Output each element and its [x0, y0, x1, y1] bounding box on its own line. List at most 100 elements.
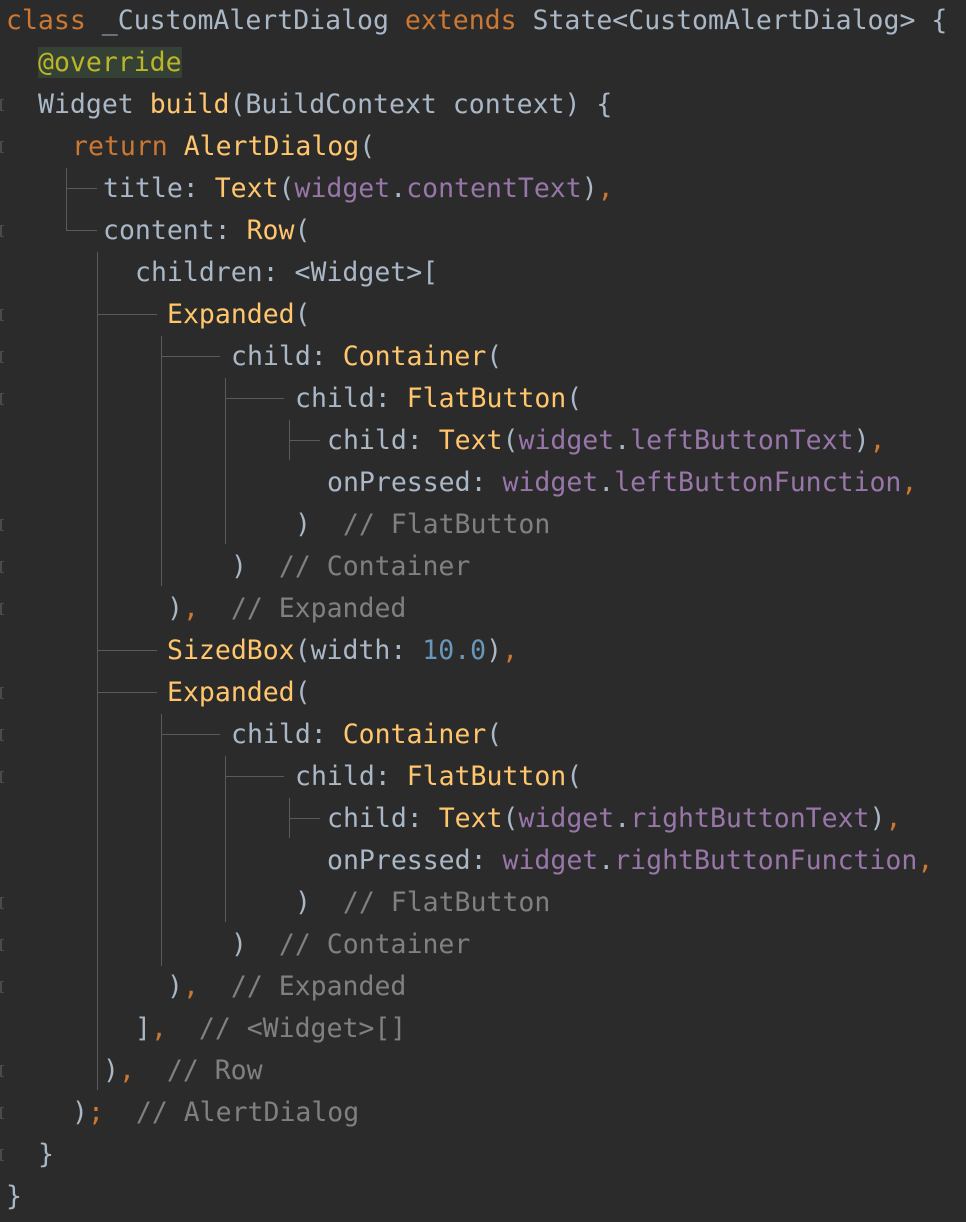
indent-guide: [225, 378, 226, 544]
code-line[interactable]: }: [6, 1176, 22, 1218]
indent-guide: [97, 692, 157, 693]
fold-marker[interactable]: [0, 309, 4, 321]
code-line[interactable]: SizedBox(width: 10.0),: [167, 630, 518, 672]
code-token: ): [581, 173, 598, 204]
code-token: (BuildContext context) {: [229, 89, 613, 120]
code-token: child:: [295, 761, 407, 792]
code-line[interactable]: child: Container(: [231, 714, 502, 756]
code-token: ,: [118, 1055, 135, 1086]
code-token: build: [149, 89, 230, 120]
fold-marker[interactable]: [0, 603, 4, 615]
code-line[interactable]: child: FlatButton(: [295, 756, 582, 798]
code-token: AlertDialog: [183, 131, 360, 162]
code-token: FlatButton: [406, 383, 567, 414]
fold-marker[interactable]: [0, 519, 4, 531]
code-line[interactable]: child: Container(: [231, 336, 502, 378]
code-token: ): [486, 635, 503, 666]
code-line[interactable]: return AlertDialog(: [72, 126, 375, 168]
code-token: child:: [295, 383, 407, 414]
code-line[interactable]: child: Text(widget.leftButtonText),: [327, 420, 886, 462]
fold-marker[interactable]: [0, 141, 4, 153]
code-line[interactable]: ), // Expanded: [167, 966, 406, 1008]
code-token: widget: [502, 845, 599, 876]
code-token: // Expanded: [230, 971, 407, 1002]
code-token: ,: [901, 467, 918, 498]
code-line[interactable]: Widget build(BuildContext context) {: [38, 84, 612, 126]
fold-marker[interactable]: [0, 1107, 4, 1119]
code-token: (: [294, 299, 311, 330]
code-token: }: [6, 1181, 22, 1212]
code-token: extends: [404, 5, 517, 36]
fold-marker[interactable]: [0, 351, 4, 363]
fold-marker[interactable]: [0, 897, 4, 909]
code-token: _CustomAlertDialog: [85, 5, 405, 36]
code-token: ,: [182, 971, 199, 1002]
code-token: (: [294, 215, 311, 246]
code-token: // Container: [278, 551, 471, 582]
indent-guide: [225, 398, 284, 399]
code-token: // FlatButton: [342, 509, 551, 540]
code-token: ): [231, 929, 279, 960]
fold-marker[interactable]: [0, 99, 4, 111]
code-token: ,: [182, 593, 199, 624]
code-token: State<CustomAlertDialog> {: [516, 5, 948, 36]
code-line[interactable]: ), // Row: [103, 1050, 263, 1092]
code-line[interactable]: title: Text(widget.contentText),: [103, 168, 614, 210]
code-line[interactable]: content: Row(: [103, 210, 310, 252]
code-token: widget: [502, 467, 599, 498]
indent-guide: [66, 188, 97, 189]
code-token: ): [231, 551, 279, 582]
code-line[interactable]: onPressed: widget.leftButtonFunction,: [327, 462, 917, 504]
code-line[interactable]: ], // <Widget>[]: [135, 1008, 406, 1050]
code-line[interactable]: Expanded(: [167, 294, 311, 336]
fold-marker[interactable]: [0, 939, 4, 951]
fold-marker[interactable]: [0, 687, 4, 699]
code-token: // AlertDialog: [135, 1097, 360, 1128]
code-token: Text: [438, 425, 503, 456]
code-token: content:: [103, 215, 247, 246]
code-line[interactable]: onPressed: widget.rightButtonFunction,: [327, 840, 933, 882]
code-line[interactable]: ) // Container: [231, 924, 470, 966]
code-editor[interactable]: class _CustomAlertDialog extends State<C…: [0, 0, 966, 1222]
code-line[interactable]: ) // Container: [231, 546, 470, 588]
fold-marker[interactable]: [0, 393, 4, 405]
code-token: Expanded: [167, 299, 295, 330]
code-line[interactable]: class _CustomAlertDialog extends State<C…: [6, 0, 947, 42]
code-token: ,: [917, 845, 934, 876]
fold-marker[interactable]: [0, 561, 4, 573]
code-token: @override: [38, 47, 182, 78]
code-token: title:: [103, 173, 215, 204]
code-token: (: [502, 425, 519, 456]
code-token: widget: [518, 425, 615, 456]
code-token: child:: [327, 425, 439, 456]
code-line[interactable]: child: Text(widget.rightButtonText),: [327, 798, 901, 840]
code-line[interactable]: ) // FlatButton: [295, 504, 550, 546]
code-line[interactable]: Expanded(: [167, 672, 311, 714]
code-token: (: [486, 341, 503, 372]
fold-marker[interactable]: [0, 729, 4, 741]
code-token: ): [103, 1055, 119, 1086]
code-line[interactable]: ) // FlatButton: [295, 882, 550, 924]
fold-marker[interactable]: [0, 225, 4, 237]
code-token: ): [167, 593, 183, 624]
code-token: ,: [597, 173, 614, 204]
code-token: (: [566, 761, 583, 792]
fold-marker[interactable]: [0, 981, 4, 993]
code-token: children: <Widget>[: [135, 257, 439, 288]
code-line[interactable]: @override: [38, 42, 182, 84]
code-line[interactable]: children: <Widget>[: [135, 252, 438, 294]
code-token: child:: [231, 341, 343, 372]
code-token: .: [598, 467, 615, 498]
indent-guide: [161, 356, 220, 357]
fold-marker[interactable]: [0, 771, 4, 783]
code-line[interactable]: ); // AlertDialog: [72, 1092, 359, 1134]
code-line[interactable]: child: FlatButton(: [295, 378, 582, 420]
fold-marker[interactable]: [0, 1149, 4, 1161]
code-token: rightButtonFunction: [614, 845, 918, 876]
code-line[interactable]: }: [38, 1134, 54, 1176]
fold-marker[interactable]: [0, 1065, 4, 1077]
code-line[interactable]: ), // Expanded: [167, 588, 406, 630]
